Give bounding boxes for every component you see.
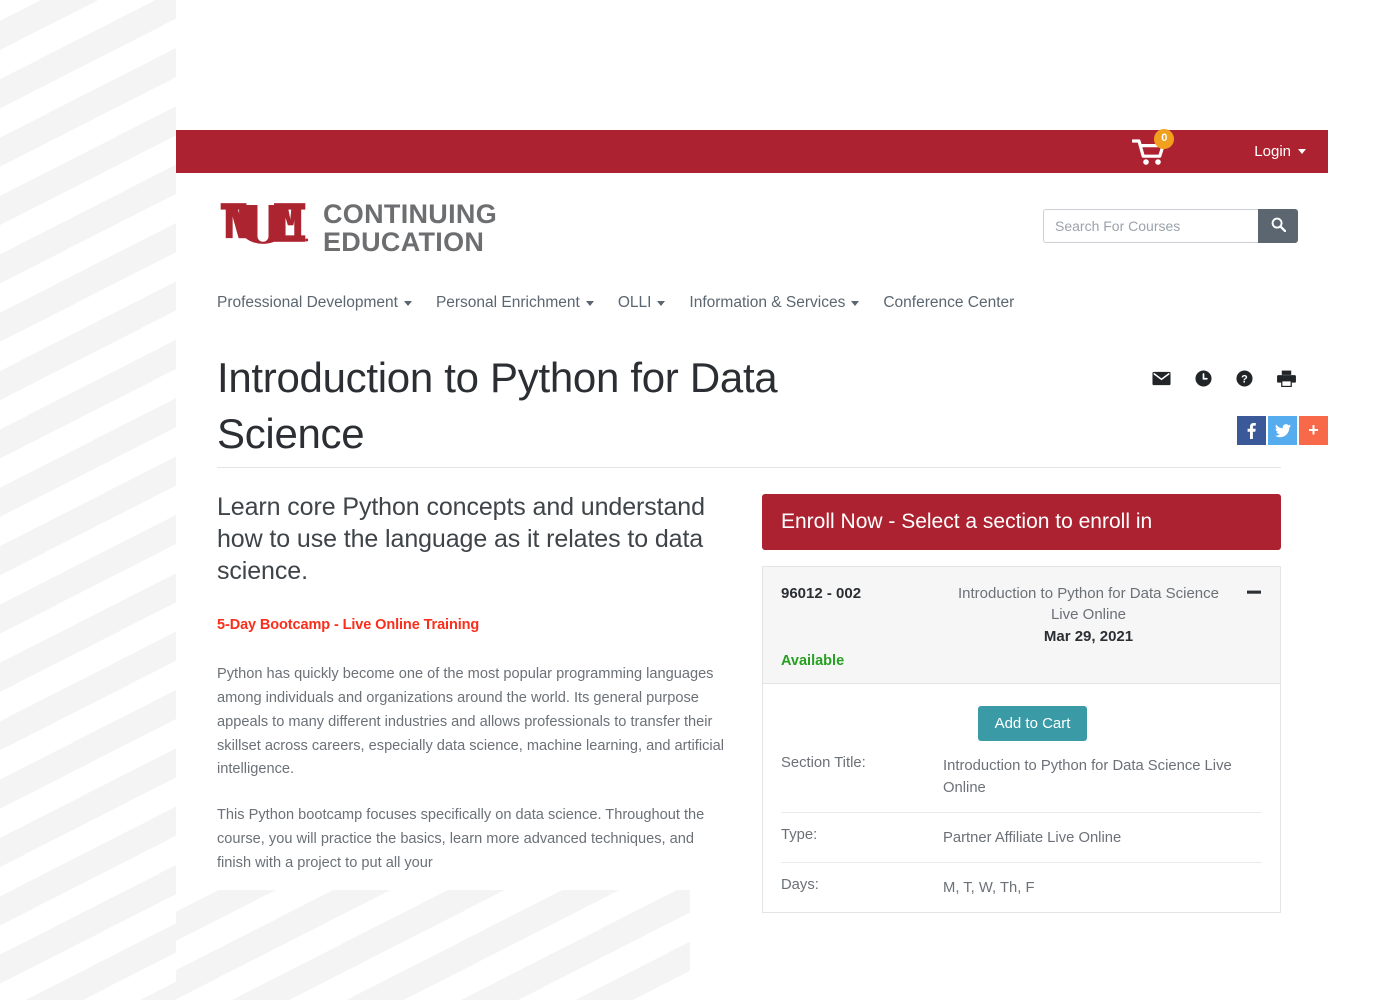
detail-row: Type: Partner Affiliate Live Online — [781, 813, 1262, 864]
social-share-buttons: + — [1237, 416, 1328, 445]
enroll-now-header[interactable]: Enroll Now - Select a section to enroll … — [762, 494, 1281, 550]
detail-row: Days: M, T, W, Th, F — [781, 863, 1262, 912]
clock-icon[interactable] — [1195, 370, 1212, 392]
page-title-block: Introduction to Python for Data Science — [217, 350, 917, 462]
nav-item-information-services[interactable]: Information & Services — [689, 294, 860, 312]
nav-label: Information & Services — [689, 294, 846, 311]
nav-item-conference-center[interactable]: Conference Center — [883, 294, 1014, 312]
site-header: CONTINUING EDUCATION — [176, 173, 1328, 283]
add-to-cart-row: Add to Cart — [781, 705, 1262, 741]
detail-value: Partner Affiliate Live Online — [943, 829, 1122, 846]
brand-logo-link[interactable]: CONTINUING EDUCATION — [217, 199, 497, 257]
page-title: Introduction to Python for Data Science — [217, 354, 778, 457]
detail-label: Type: — [781, 826, 818, 843]
bootcamp-tagline: 5-Day Bootcamp - Live Online Training — [217, 617, 480, 634]
nav-item-professional-development[interactable]: Professional Development — [217, 294, 412, 312]
top-utility-bar: 0 Login — [176, 128, 1328, 173]
primary-navigation: Professional Development Personal Enrich… — [217, 294, 1014, 312]
nav-label: OLLI — [617, 294, 652, 311]
question-circle-icon[interactable]: ? — [1236, 370, 1253, 392]
search-icon — [1271, 217, 1286, 235]
plus-icon: + — [1308, 420, 1319, 440]
nav-label: Conference Center — [883, 294, 1015, 311]
minus-icon[interactable] — [1246, 584, 1262, 603]
search-input[interactable] — [1043, 209, 1258, 243]
chevron-down-icon — [403, 300, 412, 306]
title-divider — [217, 467, 1281, 468]
description-paragraph-1: Python has quickly become one of the mos… — [217, 666, 724, 778]
detail-label: Days: — [781, 877, 819, 894]
chevron-down-icon — [657, 300, 666, 306]
nav-item-personal-enrichment[interactable]: Personal Enrichment — [436, 294, 594, 312]
course-lead-text: Learn core Python concepts and understan… — [217, 493, 705, 585]
nav-label: Personal Enrichment — [435, 294, 580, 311]
section-details: Add to Cart Section Title: Introduction … — [763, 684, 1280, 913]
chevron-down-icon — [851, 300, 860, 306]
nav-label: Professional Development — [217, 294, 398, 311]
login-label: Login — [1254, 143, 1291, 160]
course-search — [1043, 209, 1298, 243]
detail-value: M, T, W, Th, F — [943, 880, 1035, 897]
facebook-share-button[interactable] — [1237, 416, 1266, 445]
more-share-button[interactable]: + — [1299, 416, 1328, 445]
detail-row: Section Title: Introduction to Python fo… — [781, 741, 1262, 813]
search-button[interactable] — [1258, 209, 1298, 243]
viewport-clip-mask — [176, 890, 690, 1000]
svg-text:?: ? — [1241, 374, 1248, 386]
detail-label: Section Title: — [781, 754, 866, 771]
section-date: Mar 29, 2021 — [1043, 627, 1134, 645]
section-code: 96012 - 002 — [781, 585, 862, 602]
section-title-text: Introduction to Python for Data Science … — [958, 585, 1219, 624]
course-description-column: Learn core Python concepts and understan… — [217, 492, 727, 876]
add-to-cart-button[interactable]: Add to Cart — [977, 705, 1088, 741]
printer-icon[interactable] — [1277, 370, 1296, 392]
nav-item-olli[interactable]: OLLI — [618, 294, 666, 312]
section-header-toggle[interactable]: 96012 - 002 Introduction to Python for D… — [763, 567, 1280, 684]
brand-line-1: CONTINUING — [323, 198, 497, 229]
twitter-share-button[interactable] — [1268, 416, 1297, 445]
section-status-badge: Available — [781, 652, 845, 669]
unm-lobos-logo-icon — [217, 199, 309, 257]
cart-count-badge: 0 — [1154, 128, 1175, 149]
section-card: 96012 - 002 Introduction to Python for D… — [762, 566, 1281, 914]
page-action-icons: ? — [1152, 370, 1296, 392]
chevron-down-icon — [1298, 149, 1306, 154]
detail-value: Introduction to Python for Data Science … — [943, 757, 1232, 796]
login-menu[interactable]: Login — [1254, 143, 1306, 160]
enrollment-panel: Enroll Now - Select a section to enroll … — [762, 494, 1281, 914]
cart-button[interactable]: 0 — [1132, 128, 1175, 166]
brand-wordmark: CONTINUING EDUCATION — [323, 200, 497, 256]
brand-line-2: EDUCATION — [323, 227, 485, 257]
envelope-icon[interactable] — [1152, 371, 1171, 391]
description-paragraph-2: This Python bootcamp focuses specificall… — [217, 807, 705, 871]
chevron-down-icon — [585, 300, 594, 306]
